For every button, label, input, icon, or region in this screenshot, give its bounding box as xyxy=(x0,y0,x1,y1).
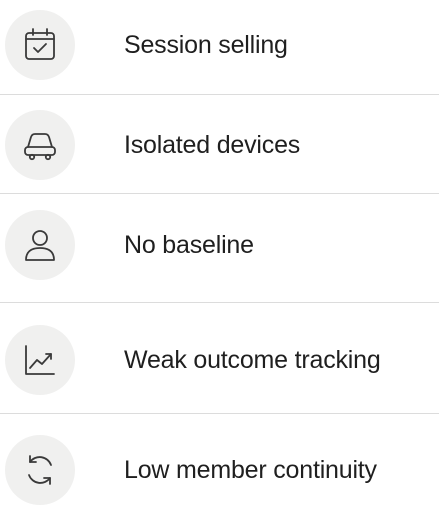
list-item-isolated-devices: Isolated devices xyxy=(0,105,439,185)
list-item-label: Isolated devices xyxy=(124,131,301,159)
divider xyxy=(0,193,439,194)
line-chart-icon xyxy=(5,325,75,395)
list-item-no-baseline: No baseline xyxy=(0,205,439,285)
list-item-low-member-continuity: Low member continuity xyxy=(0,430,439,510)
issue-list: Session selling Isolated devices No base… xyxy=(0,0,439,505)
list-item-weak-outcome-tracking: Weak outcome tracking xyxy=(0,320,439,400)
list-item-label: No baseline xyxy=(124,231,254,259)
refresh-icon xyxy=(5,435,75,505)
divider xyxy=(0,302,439,303)
list-item-label: Session selling xyxy=(124,31,288,59)
divider xyxy=(0,413,439,414)
list-item-session-selling: Session selling xyxy=(0,5,439,85)
calendar-check-icon xyxy=(5,10,75,80)
list-item-label: Low member continuity xyxy=(124,456,377,484)
list-item-label: Weak outcome tracking xyxy=(124,346,381,374)
car-icon xyxy=(5,110,75,180)
user-icon xyxy=(5,210,75,280)
divider xyxy=(0,94,439,95)
